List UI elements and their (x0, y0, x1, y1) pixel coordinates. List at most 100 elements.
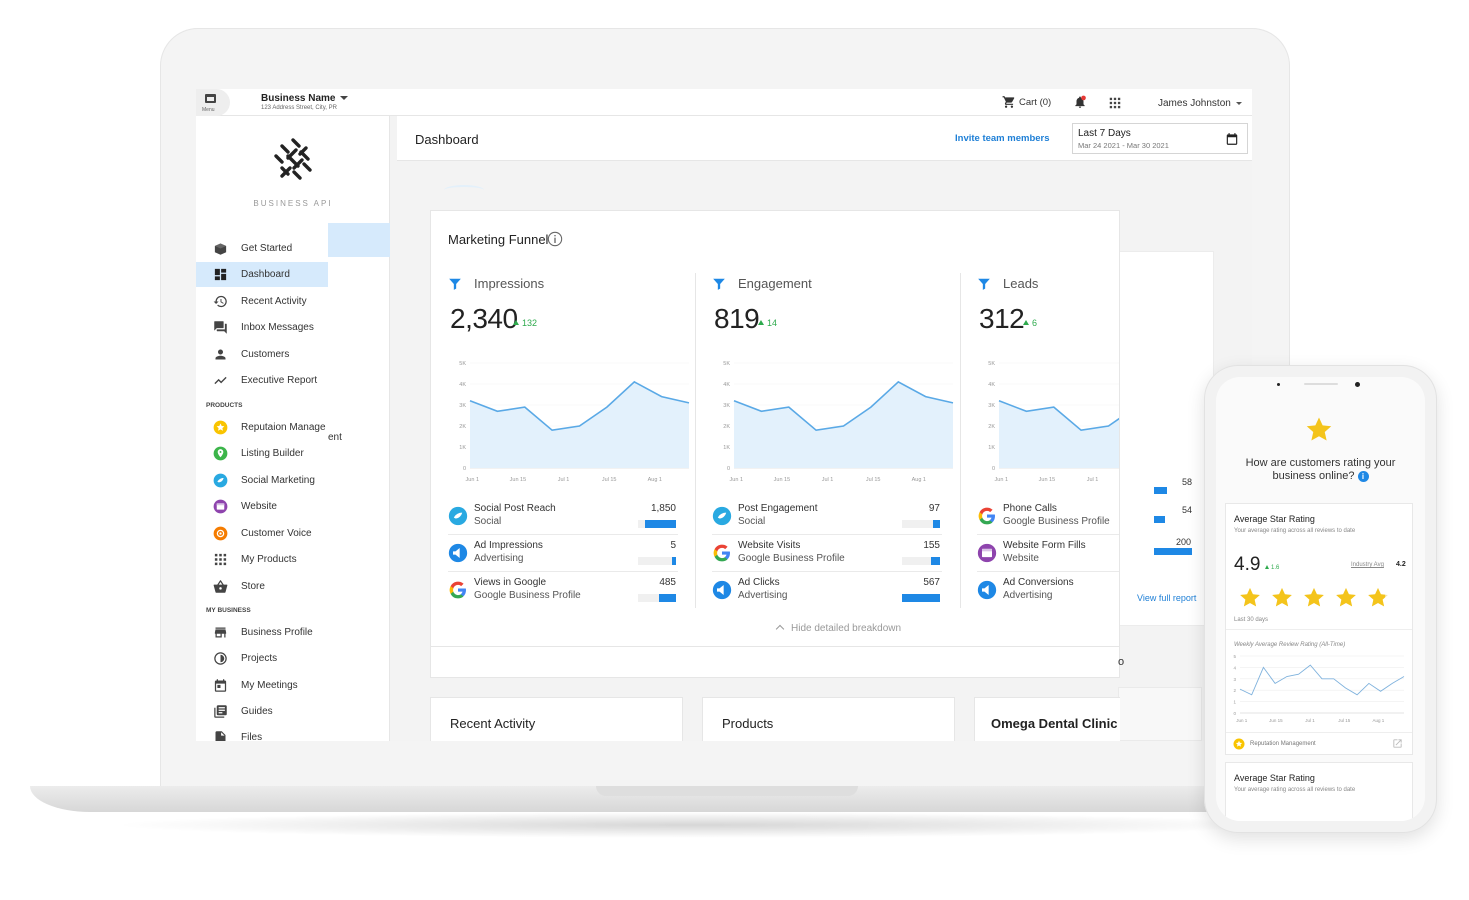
map-thumbnail (1118, 687, 1202, 741)
invite-team-link[interactable]: Invite team members (955, 133, 1050, 144)
user-menu[interactable]: James Johnston (1158, 98, 1242, 109)
funnel-column-leads: Leads 312 6 5K4K3K2K1K0Jun 1Jun 15Jul 1J… (977, 273, 1120, 608)
box-icon (213, 241, 228, 256)
google-icon (712, 543, 732, 563)
ads-circle-icon (448, 543, 468, 563)
metric-bar-track (902, 594, 940, 602)
funnel-title: Marketing Funnel (448, 232, 548, 247)
business-switcher[interactable]: Business Name (261, 93, 348, 104)
social-circle-icon (448, 506, 468, 526)
column-title: Leads (1003, 276, 1038, 291)
sidebar-item-my-meetings[interactable]: My Meetings (196, 673, 328, 698)
sidebar-item-customers[interactable]: Customers (196, 342, 328, 367)
rating-card-subtitle: Your average rating across all reviews t… (1234, 528, 1355, 534)
guides-icon (213, 704, 228, 719)
cart-link[interactable]: Cart (0) (1019, 97, 1051, 108)
metric-bar (659, 594, 676, 602)
collapsed-card (430, 646, 1120, 678)
sidebar-item-label: Customer Voice (241, 528, 312, 539)
cart-icon[interactable] (1002, 95, 1016, 109)
sidebar-item-label: My Products (241, 554, 297, 565)
page-title: Dashboard (415, 132, 479, 147)
star-icon (1304, 415, 1334, 445)
x-tick-label: Jul 15 (866, 477, 881, 483)
google-icon (977, 506, 997, 526)
menu-button[interactable]: Menu (196, 89, 230, 116)
website-circle-icon (213, 499, 228, 514)
sidebar-item-dashboard[interactable]: Dashboard (196, 262, 328, 287)
engagement-chart: 5K4K3K2K1K0Jun 1Jun 15Jul 1Jul 15Aug 1 (712, 353, 957, 488)
phone-camera (1355, 382, 1360, 387)
notification-bell-icon[interactable] (1073, 95, 1087, 109)
history-icon (213, 294, 228, 309)
metric-bar-track (638, 594, 676, 602)
metric-value: 1,850 (651, 503, 676, 514)
date-range-picker[interactable]: Last 7 Days Mar 24 2021 - Mar 30 2021 (1072, 123, 1248, 154)
sidebar-item-reputation[interactable]: Reputaion Manage (196, 415, 328, 440)
info-icon[interactable] (547, 231, 563, 247)
menu-label: Menu (202, 107, 215, 113)
sidebar-item-projects[interactable]: Projects (196, 646, 328, 671)
metric-source: Website (1003, 553, 1039, 564)
funnel-icon (712, 277, 726, 291)
star-icon (1240, 588, 1260, 606)
impressions-chart: 5K4K3K2K1K0Jun 1Jun 15Jul 1Jul 15Aug 1 (448, 353, 693, 488)
sidebar-item-executive-report[interactable]: Executive Report (196, 368, 328, 393)
caret-down-icon (340, 96, 348, 100)
metric-row: Post Engagement Social 97 (712, 498, 942, 535)
card-title: Omega Dental Clinic (991, 716, 1117, 731)
metric-source: Social (738, 516, 765, 527)
metric-bar-track (638, 520, 676, 528)
info-icon[interactable]: i (1358, 471, 1369, 482)
x-tick-label: Jun 1 (730, 477, 743, 483)
laptop-shadow (110, 812, 1280, 838)
sidebar-item-guides[interactable]: Guides (196, 699, 328, 724)
average-rating-card: Average Star Rating Your average rating … (1225, 503, 1413, 755)
metric-name: Ad Clicks (738, 577, 780, 588)
sidebar-item-listing-builder[interactable]: Listing Builder (196, 441, 328, 466)
column-delta: 6 (1023, 318, 1037, 328)
sidebar-item-website[interactable]: Website (196, 494, 328, 519)
page-header: Dashboard Invite team members Last 7 Day… (397, 116, 1252, 161)
basket-icon (213, 579, 228, 594)
dashboard-icon (213, 267, 228, 282)
x-tick-label: Jul 1 (558, 477, 570, 483)
metric-value: 97 (929, 503, 940, 514)
right-value-0: 58 (1182, 477, 1192, 487)
metric-source: Advertising (738, 590, 787, 601)
rating-period: Last 30 days (1234, 617, 1268, 623)
metric-source: Advertising (474, 553, 523, 564)
hide-breakdown-toggle[interactable]: Hide detailed breakdown (777, 623, 901, 634)
y-tick-label: 3K (988, 403, 995, 409)
leads-chart: 5K4K3K2K1K0Jun 1Jun 15Jul 1Jul 15Aug 1 (977, 353, 1120, 488)
date-range-value: Mar 24 2021 - Mar 30 2021 (1078, 141, 1169, 150)
sidebar-item-label: Store (241, 581, 265, 592)
y-tick-label: 4 (1233, 665, 1236, 670)
sidebar-item-customer-voice[interactable]: Customer Voice (196, 521, 328, 546)
website-circle-icon (977, 543, 997, 563)
sidebar-item-business-profile[interactable]: Business Profile (196, 620, 328, 645)
sidebar-item-inbox[interactable]: Inbox Messages (196, 315, 328, 340)
apps-grid-icon[interactable] (1108, 96, 1122, 110)
view-full-report-link[interactable]: View full report (1137, 593, 1196, 603)
sidebar-item-recent-activity[interactable]: Recent Activity (196, 289, 328, 314)
sidebar-item-label: Website (241, 501, 277, 512)
metric-source: Social (474, 516, 501, 527)
metric-name: Ad Conversions (1003, 577, 1074, 588)
external-link-icon[interactable] (1392, 738, 1403, 749)
sidebar-item-files[interactable]: Files (196, 725, 328, 741)
phone-screen: How are customers rating your business o… (1216, 377, 1425, 821)
y-tick-label: 4K (459, 382, 466, 388)
rating-score: 4.9 (1234, 554, 1260, 576)
sidebar-item-label: Social Marketing (241, 475, 315, 486)
sidebar-item-my-products[interactable]: My Products (196, 547, 328, 572)
sidebar-item-label: Listing Builder (241, 448, 304, 459)
x-tick-label: Aug 1 (1372, 718, 1384, 723)
sidebar-item-social-marketing[interactable]: Social Marketing (196, 468, 328, 493)
sidebar-item-store[interactable]: Store (196, 574, 328, 599)
person-icon (213, 347, 228, 362)
metric-source: Google Business Profile (1003, 516, 1110, 527)
sidebar-item-get-started[interactable]: Get Started (196, 236, 328, 261)
dashboard-screen: Menu Business Name 123 Address Street, C… (196, 89, 1252, 741)
x-tick-label: Jul 1 (1305, 718, 1315, 723)
